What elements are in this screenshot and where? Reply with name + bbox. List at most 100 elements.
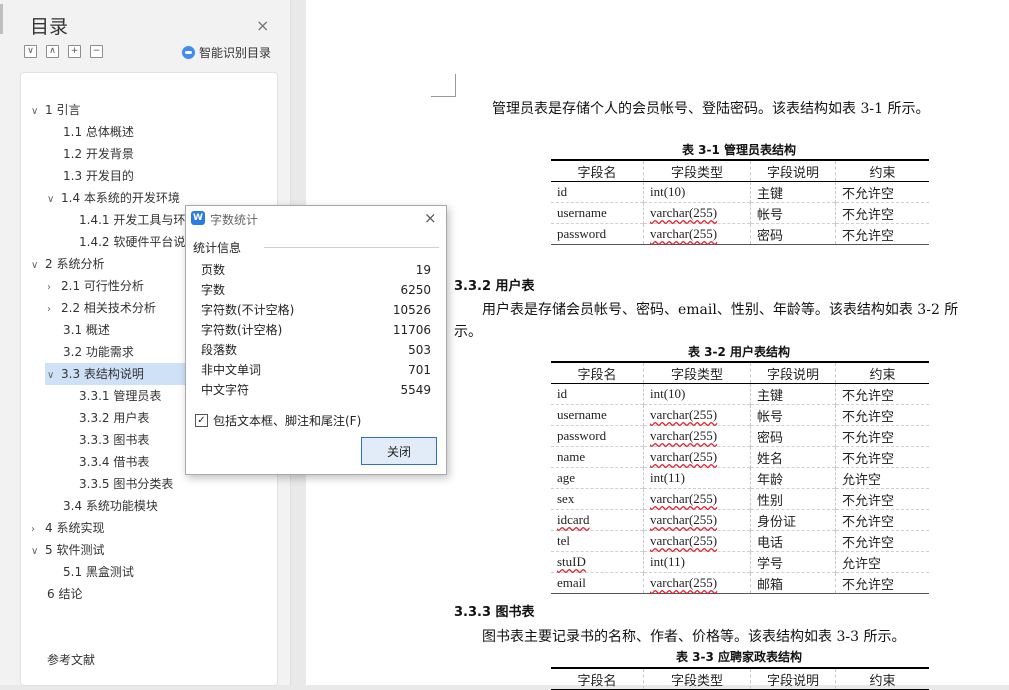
table-caption-3-2: 表 3-2 用户表结构 [687, 345, 791, 359]
toc-item-6[interactable]: 6 结论 [47, 583, 82, 605]
toc-item-label: 3.3.5 图书分类表 [79, 477, 174, 491]
toc-item-label: 1.4.1 开发工具与环 [79, 213, 186, 227]
dialog-titlebar[interactable]: W 字数统计 × [186, 206, 446, 232]
stat-value: 503 [408, 343, 431, 357]
col-header: 字段说明 [750, 160, 836, 182]
checkbox-checked-icon[interactable]: ✓ [195, 414, 208, 427]
toc-item-5[interactable]: ∨ 5 软件测试 [31, 539, 104, 561]
cell: 不允许空 [835, 572, 929, 594]
cell: stuID [557, 554, 586, 569]
stat-value: 10526 [392, 303, 431, 317]
table-row: username varchar(255) 帐号 不允许空 [551, 202, 929, 224]
cell: varchar(255) [643, 404, 751, 426]
toc-item-label: 1.1 总体概述 [63, 125, 134, 139]
col-header: 约束 [835, 160, 929, 182]
col-header: 约束 [835, 668, 929, 690]
stat-value: 701 [408, 363, 431, 377]
toc-item-1-2[interactable]: 1.2 开发背景 [63, 143, 134, 165]
stat-paragraphs: 段落数 503 [201, 340, 431, 360]
expand-all-icon[interactable]: ∧ [46, 45, 59, 58]
toc-item-4[interactable]: › 4 系统实现 [31, 517, 104, 539]
col-header: 字段类型 [643, 668, 751, 690]
toc-item-label: 3.3.4 借书表 [79, 455, 150, 469]
toc-item-3-2[interactable]: 3.2 功能需求 [63, 341, 134, 363]
toc-item-2[interactable]: ∨ 2 系统分析 [31, 253, 104, 275]
toc-item-1-3[interactable]: 1.3 开发目的 [63, 165, 134, 187]
chevron-down-icon[interactable]: ∨ [47, 365, 61, 387]
stats-section-label: 统计信息 [193, 241, 242, 255]
toc-item-3-3-5[interactable]: 3.3.5 图书分类表 [79, 473, 173, 495]
cell: 主键 [750, 383, 836, 405]
cell: 主键 [750, 181, 836, 203]
add-heading-icon[interactable]: + [68, 45, 81, 58]
toc-item-references[interactable]: 参考文献 [47, 649, 95, 671]
toc-item-intro[interactable]: ∨ 1 引言 [31, 99, 80, 121]
table-row: email varchar(255) 邮箱 不允许空 [551, 572, 929, 594]
chevron-down-icon[interactable]: ∨ [31, 101, 45, 123]
cell: int(10) [643, 383, 751, 405]
cell: 邮箱 [750, 572, 836, 594]
include-textbox-checkbox[interactable]: ✓ 包括文本框、脚注和尾注(F) [195, 412, 361, 429]
chevron-down-icon[interactable]: ∨ [31, 255, 45, 277]
heading-3-3-3: 3.3.3 图书表 [454, 605, 535, 620]
toc-item-2-2[interactable]: › 2.2 相关技术分析 [47, 297, 156, 319]
cell: varchar(255) [643, 425, 751, 447]
cell: password [557, 226, 607, 241]
cell: varchar(255) [643, 530, 751, 552]
paragraph-user-intro-cont: 示。 [454, 324, 482, 340]
table-row: tel varchar(255) 电话 不允许空 [551, 530, 929, 552]
table-row: sex varchar(255) 性别 不允许空 [551, 488, 929, 510]
toc-item-5-1[interactable]: 5.1 黑盒测试 [63, 561, 134, 583]
cell: int(11) [643, 551, 751, 573]
smart-toc-button[interactable]: 智能识别目录 [182, 44, 271, 61]
chevron-down-icon[interactable]: ∨ [47, 189, 61, 211]
toc-item-3-3-3[interactable]: 3.3.3 图书表 [79, 429, 149, 451]
collapse-all-icon[interactable]: ∨ [24, 45, 37, 58]
stat-label: 字数 [201, 283, 226, 297]
toc-item-label: 2 系统分析 [45, 257, 105, 271]
toc-item-3-3-1[interactable]: 3.3.1 管理员表 [79, 385, 161, 407]
cell: 密码 [750, 223, 836, 245]
dialog-close-icon[interactable]: × [424, 209, 437, 227]
toc-item-label: 5.1 黑盒测试 [63, 565, 134, 579]
toc-item-label: 3.3.1 管理员表 [79, 389, 162, 403]
stat-non-chinese-words: 非中文单词 701 [201, 360, 431, 380]
cell: 年龄 [750, 467, 836, 489]
toc-item-3-1[interactable]: 3.1 概述 [63, 319, 110, 341]
toc-item-2-1[interactable]: › 2.1 可行性分析 [47, 275, 144, 297]
remove-heading-icon[interactable]: − [90, 45, 103, 58]
table-row: id int(10) 主键 不允许空 [551, 383, 929, 405]
toc-item-3-3-4[interactable]: 3.3.4 借书表 [79, 451, 149, 473]
stat-value: 11706 [392, 323, 431, 337]
table-row: username varchar(255) 帐号 不允许空 [551, 404, 929, 426]
toc-item-label: 1.4 本系统的开发环境 [61, 191, 180, 205]
close-button[interactable]: 关闭 [361, 437, 437, 465]
cell: tel [557, 533, 570, 548]
toc-close-icon[interactable]: × [256, 16, 269, 35]
col-header: 字段说明 [750, 668, 836, 690]
table-caption-3-3: 表 3-3 应聘家政表结构 [675, 650, 803, 664]
toc-item-1-4-1[interactable]: 1.4.1 开发工具与环 [79, 209, 185, 231]
cell: 允许空 [835, 467, 929, 489]
toc-item-1-4[interactable]: ∨ 1.4 本系统的开发环境 [47, 187, 180, 209]
toc-item-1-1[interactable]: 1.1 总体概述 [63, 121, 134, 143]
cell: 身份证 [750, 509, 836, 531]
stat-words: 字数 6250 [201, 280, 431, 300]
toc-item-3-4[interactable]: 3.4 系统功能模块 [63, 495, 158, 517]
table-row: name varchar(255) 姓名 不允许空 [551, 446, 929, 468]
chevron-right-icon[interactable]: › [47, 299, 61, 321]
chevron-down-icon[interactable]: ∨ [31, 541, 45, 563]
cell: varchar(255) [643, 572, 751, 594]
stat-label: 页数 [201, 263, 226, 277]
cell: 不允许空 [835, 383, 929, 405]
chevron-right-icon[interactable]: › [47, 277, 61, 299]
cell: 不允许空 [835, 425, 929, 447]
panel-scrollbar[interactable] [0, 4, 3, 34]
toc-item-3-3-2[interactable]: 3.3.2 用户表 [79, 407, 149, 429]
cell: 性别 [750, 488, 836, 510]
smart-recognize-icon [182, 46, 195, 59]
stat-label: 中文字符 [201, 383, 250, 397]
toc-item-1-4-2[interactable]: 1.4.2 软硬件平台说 [79, 231, 185, 253]
chevron-right-icon[interactable]: › [31, 519, 45, 541]
toc-item-label: 2.2 相关技术分析 [61, 301, 156, 315]
